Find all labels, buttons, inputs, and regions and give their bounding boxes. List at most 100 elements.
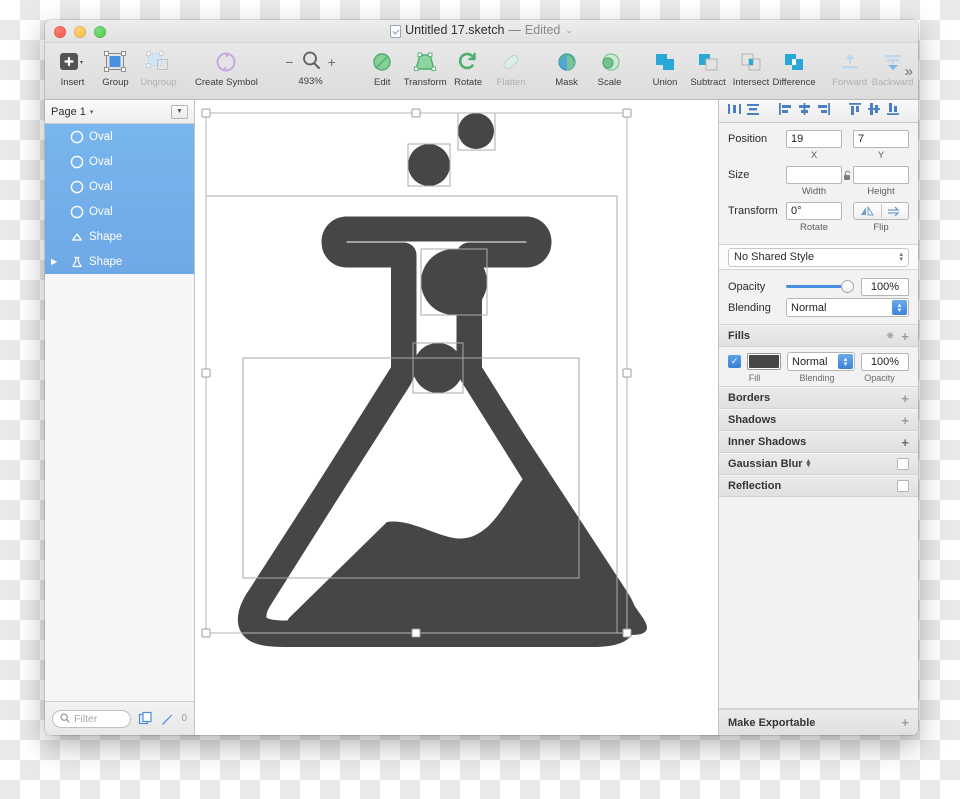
- toolbar-mask[interactable]: Mask: [545, 46, 588, 88]
- lock-open-icon[interactable]: [842, 170, 853, 181]
- checkbox-icon[interactable]: [897, 480, 909, 492]
- toolbar-insert[interactable]: Insert: [51, 46, 94, 88]
- fill-entry: ✓ Normal ▴ ▾ 100% Fill Blending Opacity: [719, 347, 918, 387]
- toolbar-forward-label: Forward: [832, 77, 868, 88]
- toolbar-group[interactable]: Group: [94, 46, 137, 88]
- toolbar-ungroup-label: Ungroup: [140, 77, 177, 88]
- duplicate-layers-icon[interactable]: [138, 711, 153, 726]
- page-header[interactable]: Page 1 ▾ ▼: [45, 100, 194, 124]
- inner-shadows-title: Inner Shadows: [728, 436, 807, 448]
- position-y-input[interactable]: 7: [853, 130, 909, 148]
- fill-blending-select[interactable]: Normal ▴ ▾: [787, 352, 855, 371]
- toolbar-forward[interactable]: Forward: [828, 46, 871, 88]
- document-title[interactable]: Untitled 17.sketch — Edited ⌄: [45, 23, 918, 38]
- stepper-icon[interactable]: ▴ ▾: [807, 458, 811, 469]
- handle-top-center: [411, 108, 421, 118]
- rotate-input[interactable]: 0°: [786, 202, 842, 220]
- layer-row-oval-4[interactable]: Oval: [45, 199, 194, 224]
- magnifier-icon[interactable]: [301, 50, 321, 75]
- flip-vertical-icon[interactable]: [882, 206, 909, 217]
- plus-icon[interactable]: +: [901, 330, 909, 343]
- position-x-input[interactable]: 19: [786, 130, 842, 148]
- blending-value: Normal: [791, 301, 827, 314]
- borders-section-header[interactable]: Borders +: [719, 387, 918, 409]
- size-width-input[interactable]: [786, 166, 842, 184]
- reflection-title: Reflection: [728, 480, 782, 492]
- layer-row-oval-3[interactable]: Oval: [45, 174, 194, 199]
- group-icon: [103, 48, 127, 76]
- canvas-area[interactable]: [195, 100, 718, 735]
- layer-row-oval-2[interactable]: Oval: [45, 149, 194, 174]
- size-height-input[interactable]: [853, 166, 909, 184]
- fill-enabled-checkbox[interactable]: ✓: [728, 355, 741, 368]
- layer-row-oval-1[interactable]: Oval: [45, 124, 194, 149]
- position-row: Position 19 7: [728, 130, 909, 148]
- fills-header: Fills ✷ +: [719, 325, 918, 347]
- toolbar-overflow-button[interactable]: »: [905, 63, 913, 80]
- checkbox-icon[interactable]: [897, 458, 909, 470]
- toolbar-subtract-label: Subtract: [690, 77, 726, 88]
- toolbar-transform[interactable]: Transform: [404, 46, 447, 88]
- align-left-icon[interactable]: [778, 102, 793, 121]
- toolbar-create-symbol[interactable]: Create Symbol: [192, 46, 260, 88]
- toolbar-flatten[interactable]: Flatten: [490, 46, 533, 88]
- filter-input[interactable]: Filter: [52, 709, 132, 728]
- flip-horizontal-icon[interactable]: [854, 205, 881, 217]
- toolbar-scale[interactable]: Scale: [588, 46, 631, 88]
- opacity-input[interactable]: 100%: [861, 277, 909, 296]
- plus-icon[interactable]: +: [901, 392, 909, 405]
- blending-label: Blending: [728, 301, 771, 314]
- make-exportable-row[interactable]: Make Exportable +: [719, 709, 918, 735]
- size-height-sublabel: Height: [867, 186, 895, 197]
- align-bottom-icon[interactable]: [886, 102, 901, 121]
- layer-row-shape-triangle[interactable]: Shape: [45, 224, 194, 249]
- plus-icon[interactable]: +: [901, 436, 909, 449]
- toolbar-scale-label: Scale: [597, 77, 622, 88]
- shared-style-select[interactable]: No Shared Style ▴ ▾: [728, 247, 909, 267]
- opacity-slider[interactable]: [786, 280, 854, 294]
- gear-icon[interactable]: ✷: [886, 331, 894, 342]
- align-right-icon[interactable]: [816, 102, 831, 121]
- shadows-section-header[interactable]: Shadows +: [719, 409, 918, 431]
- plus-icon[interactable]: +: [901, 414, 909, 427]
- pen-icon[interactable]: [160, 712, 174, 726]
- mask-icon: [555, 48, 579, 76]
- toolbar-intersect[interactable]: Intersect: [730, 46, 773, 88]
- toolbar-ungroup[interactable]: Ungroup: [137, 46, 180, 88]
- align-vertical-center-icon[interactable]: [867, 102, 882, 121]
- zoom-in-button[interactable]: +: [328, 54, 336, 70]
- toolbar-rotate[interactable]: Rotate: [447, 46, 490, 88]
- toolbar-flatten-label: Flatten: [496, 77, 526, 88]
- size-width-sublabel: Width: [801, 186, 827, 197]
- toolbar-difference[interactable]: Difference: [772, 46, 816, 88]
- reflection-section-header[interactable]: Reflection: [719, 475, 918, 497]
- align-top-icon[interactable]: [848, 102, 863, 121]
- inner-shadows-section-header[interactable]: Inner Shadows +: [719, 431, 918, 453]
- disclosure-triangle-icon[interactable]: ▶: [51, 257, 65, 266]
- toolbar-edit[interactable]: Edit: [361, 46, 404, 88]
- fill-opacity-input[interactable]: 100%: [861, 352, 909, 371]
- chevron-down-icon[interactable]: ⌄: [565, 25, 573, 36]
- move-forward-icon: [838, 48, 862, 76]
- position-x-sublabel: X: [810, 150, 818, 161]
- list-options-icon[interactable]: ▼: [171, 104, 188, 119]
- gaussian-blur-section-header[interactable]: Gaussian Blur ▴ ▾: [719, 453, 918, 475]
- toolbar-union[interactable]: Union: [644, 46, 687, 88]
- distribute-horizontally-icon[interactable]: [727, 102, 742, 121]
- blending-select[interactable]: Normal ▴ ▾: [786, 298, 909, 317]
- layer-name-label: Shape: [89, 230, 123, 243]
- zoom-out-button[interactable]: −: [285, 54, 293, 70]
- layer-row-shape-flask[interactable]: ▶ Shape: [45, 249, 194, 274]
- layer-list[interactable]: Oval Oval Oval Oval Shape ▶ Shape: [45, 124, 194, 701]
- fill-blending-value: Normal: [792, 355, 828, 368]
- distribute-vertically-icon[interactable]: [746, 102, 761, 121]
- opacity-slider-knob[interactable]: [841, 280, 854, 293]
- fill-color-swatch[interactable]: [747, 353, 781, 370]
- handle-bottom-right: [622, 628, 632, 638]
- canvas-artwork[interactable]: [195, 100, 715, 734]
- plus-icon[interactable]: +: [901, 715, 909, 730]
- blending-row: Blending Normal ▴ ▾: [728, 297, 909, 318]
- edited-status: Edited: [524, 23, 561, 37]
- align-horizontal-center-icon[interactable]: [797, 102, 812, 121]
- toolbar-subtract[interactable]: Subtract: [687, 46, 730, 88]
